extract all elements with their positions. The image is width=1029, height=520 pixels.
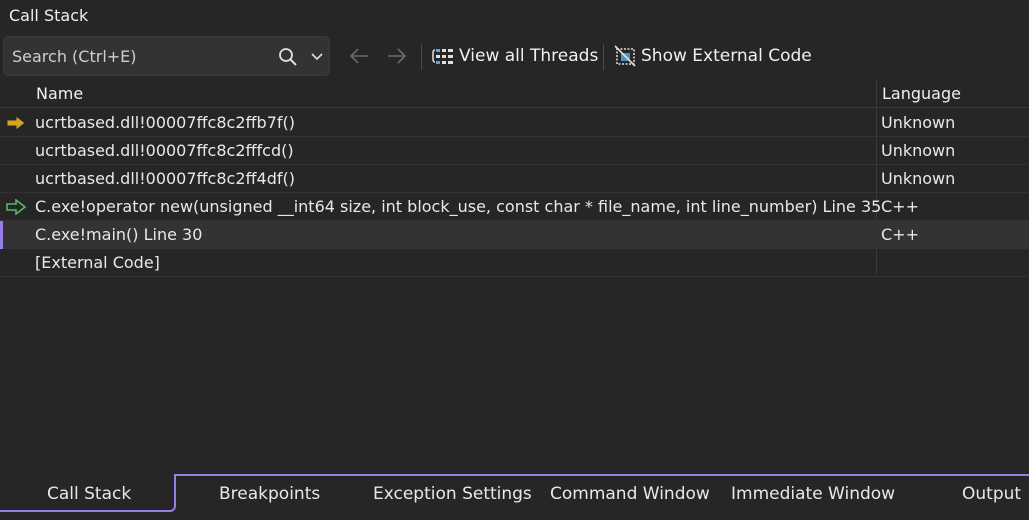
tab-command-window[interactable]: Command Window bbox=[550, 484, 710, 504]
return-frame-arrow-icon bbox=[6, 199, 26, 215]
frame-name: ucrtbased.dll!00007ffc8c2ffb7f() bbox=[35, 113, 295, 132]
view-all-threads-label: View all Threads bbox=[459, 46, 599, 66]
frame-language: Unknown bbox=[881, 169, 956, 188]
tab-output[interactable]: Output bbox=[962, 484, 1021, 504]
frame-name: C.exe!main() Line 30 bbox=[35, 225, 203, 244]
column-header-name[interactable]: Name bbox=[36, 84, 83, 103]
frame-name: ucrtbased.dll!00007ffc8c2ff4df() bbox=[35, 169, 295, 188]
frame-language: Unknown bbox=[881, 113, 956, 132]
arrow-left-icon[interactable] bbox=[348, 46, 370, 66]
stack-frame-row[interactable]: ucrtbased.dll!00007ffc8c2ff4df() Unknown bbox=[0, 165, 1029, 193]
frame-language: C++ bbox=[881, 197, 919, 216]
search-input[interactable] bbox=[12, 37, 267, 75]
toolbar: View all Threads Show External Code bbox=[0, 34, 1029, 78]
toolbar-separator bbox=[603, 44, 604, 70]
tabs-accent-line bbox=[174, 474, 1029, 476]
window-title: Call Stack bbox=[9, 6, 89, 25]
tab-breakpoints[interactable]: Breakpoints bbox=[219, 484, 320, 504]
call-stack-window: Call Stack Search (Ctrl+E) View all Thre… bbox=[0, 0, 1029, 520]
frame-name: C.exe!operator new(unsigned __int64 size… bbox=[35, 197, 882, 216]
frame-name: [External Code] bbox=[35, 253, 160, 272]
call-stack-grid: Name Language ucrtbased.dll!00007ffc8c2f… bbox=[0, 80, 1029, 280]
stack-frame-row[interactable]: ucrtbased.dll!00007ffc8c2fffcd() Unknown bbox=[0, 137, 1029, 165]
grid-header: Name Language bbox=[0, 80, 1029, 108]
frame-name: ucrtbased.dll!00007ffc8c2fffcd() bbox=[35, 141, 294, 160]
external-code-icon bbox=[614, 45, 636, 67]
stack-frame-row[interactable]: [External Code] bbox=[0, 249, 1029, 277]
stack-frame-row-selected[interactable]: C.exe!main() Line 30 C++ bbox=[0, 221, 1029, 249]
tab-call-stack-label: Call Stack bbox=[47, 484, 132, 504]
selection-indicator bbox=[0, 221, 3, 249]
title-bar: Call Stack bbox=[0, 0, 1029, 32]
threads-icon bbox=[432, 49, 453, 64]
view-all-threads-button[interactable]: View all Threads bbox=[431, 41, 598, 71]
column-header-language[interactable]: Language bbox=[882, 84, 961, 103]
tool-window-tabs: Call Stack Breakpoints Exception Setting… bbox=[0, 474, 1029, 520]
tab-immediate-window[interactable]: Immediate Window bbox=[731, 484, 895, 504]
frame-language: C++ bbox=[881, 225, 919, 244]
search-icon[interactable] bbox=[278, 47, 298, 67]
arrow-right-icon[interactable] bbox=[386, 46, 408, 66]
current-frame-arrow-icon bbox=[6, 115, 26, 131]
show-external-code-button[interactable]: Show External Code bbox=[613, 41, 812, 71]
chevron-down-icon[interactable] bbox=[310, 51, 324, 63]
frame-language: Unknown bbox=[881, 141, 956, 160]
toolbar-separator bbox=[421, 44, 422, 70]
tab-exception-settings[interactable]: Exception Settings bbox=[373, 484, 532, 504]
stack-frame-row[interactable]: ucrtbased.dll!00007ffc8c2ffb7f() Unknown bbox=[0, 109, 1029, 137]
tab-call-stack[interactable]: Call Stack bbox=[0, 474, 176, 512]
show-external-code-label: Show External Code bbox=[641, 46, 812, 66]
search-box[interactable] bbox=[3, 36, 330, 76]
stack-frame-row[interactable]: C.exe!operator new(unsigned __int64 size… bbox=[0, 193, 1029, 221]
